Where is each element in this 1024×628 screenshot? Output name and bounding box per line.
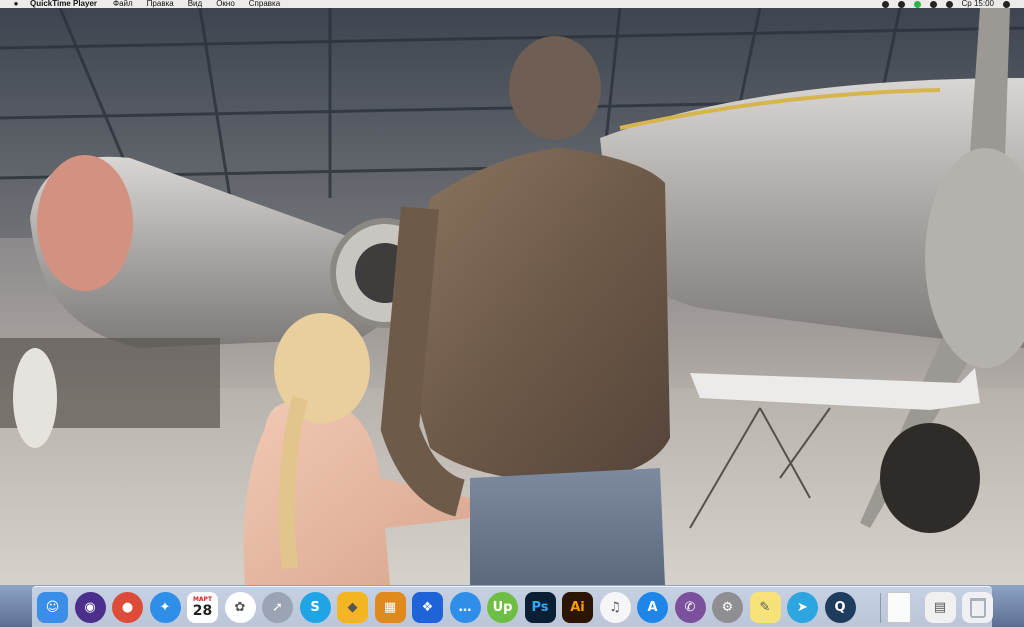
dock-glyph: Ps bbox=[531, 600, 549, 615]
calendar-day: 28 bbox=[192, 603, 213, 619]
menu-help[interactable]: Справка bbox=[249, 0, 280, 8]
document-icon[interactable] bbox=[887, 592, 911, 623]
dock-divider bbox=[880, 593, 881, 623]
status-icon[interactable] bbox=[881, 0, 889, 8]
calendar-month: МАРТ bbox=[192, 596, 213, 603]
dock-glyph: … bbox=[458, 600, 472, 615]
video-frame[interactable] bbox=[0, 8, 1024, 585]
safari-icon[interactable]: ✦ bbox=[149, 592, 181, 623]
photoshop-icon[interactable]: Ps bbox=[524, 592, 556, 623]
dock-glyph: ✿ bbox=[234, 600, 246, 615]
status-icon[interactable] bbox=[913, 0, 921, 8]
menu-bar: ● QuickTime Player Файл Правка Вид Окно … bbox=[0, 0, 1024, 8]
notes-icon[interactable]: ✎ bbox=[749, 592, 781, 623]
dock-glyph: Up bbox=[492, 600, 513, 615]
dock: ☺ ◉ ● ✦ МАРТ 28 ✿ ➚ S ◆ ▦ ❖ … Up Ps Ai ♫ A ✆ ⚙ ✎ ➤ Q ▤ bbox=[32, 586, 993, 628]
dock-glyph: ◆ bbox=[347, 600, 358, 615]
status-icon[interactable] bbox=[897, 0, 905, 8]
dock-glyph: ◉ bbox=[84, 600, 96, 615]
calendar-icon[interactable]: МАРТ 28 bbox=[187, 592, 218, 623]
upwork-icon[interactable]: Up bbox=[487, 592, 518, 623]
sketch-icon[interactable]: ◆ bbox=[337, 592, 368, 623]
wifi-icon[interactable] bbox=[929, 0, 937, 8]
dock-glyph: ▦ bbox=[383, 600, 397, 615]
quicktime-icon[interactable]: Q bbox=[824, 592, 856, 623]
video-scene bbox=[0, 8, 1024, 585]
girl-hair bbox=[274, 313, 370, 423]
airplane-wheel bbox=[880, 423, 980, 533]
dock-glyph: ● bbox=[121, 600, 134, 615]
menu-file[interactable]: Файл bbox=[113, 0, 133, 8]
gear-icon[interactable]: ⚙ bbox=[712, 592, 743, 623]
man-jacket bbox=[405, 148, 670, 483]
menu-edit[interactable]: Правка bbox=[147, 0, 174, 8]
rocket-icon[interactable]: ➚ bbox=[262, 592, 293, 623]
chrome-icon[interactable]: ● bbox=[112, 592, 143, 623]
photos-icon[interactable]: ✿ bbox=[224, 592, 256, 623]
trash-icon[interactable] bbox=[962, 592, 993, 623]
dock-glyph: ▤ bbox=[933, 600, 947, 615]
finder-icon[interactable]: ☺ bbox=[37, 592, 68, 623]
itunes-icon[interactable]: ♫ bbox=[599, 592, 631, 623]
dock-glyph: ♫ bbox=[609, 600, 621, 615]
menu-clock[interactable]: Ср 15:00 bbox=[962, 0, 994, 8]
status-area: Ср 15:00 bbox=[881, 0, 1024, 8]
apple-menu-icon[interactable]: ● bbox=[12, 0, 20, 8]
menu-view[interactable]: Вид bbox=[188, 0, 202, 8]
dock-glyph: ✆ bbox=[684, 600, 696, 615]
menu-app-name[interactable]: QuickTime Player bbox=[30, 0, 97, 8]
dock-glyph: Ai bbox=[570, 600, 585, 615]
dock-glyph: ➚ bbox=[272, 600, 283, 615]
viber-icon[interactable]: ✆ bbox=[674, 592, 706, 623]
dock-glyph: A bbox=[647, 600, 658, 615]
telegram-icon[interactable]: ➤ bbox=[787, 592, 818, 623]
dock-glyph: ➤ bbox=[797, 600, 808, 615]
search-icon[interactable] bbox=[1003, 0, 1010, 8]
app-store-icon[interactable]: A bbox=[637, 592, 668, 623]
dock-glyph: ❖ bbox=[421, 600, 434, 615]
calculator-icon[interactable]: ▦ bbox=[374, 592, 406, 623]
skype-icon[interactable]: S bbox=[299, 592, 331, 623]
trash-bin-shape bbox=[969, 597, 986, 618]
left-airplane-wheel bbox=[13, 348, 57, 448]
dock-glyph: ✎ bbox=[759, 600, 771, 615]
volume-icon[interactable] bbox=[945, 0, 953, 8]
dropbox-icon[interactable]: ❖ bbox=[412, 592, 443, 623]
left-airplane-nose bbox=[37, 155, 133, 291]
dock-glyph: Q bbox=[834, 600, 846, 615]
preview-icon[interactable]: ▤ bbox=[924, 592, 956, 623]
menu-window[interactable]: Окно bbox=[216, 0, 235, 8]
dock-glyph: ☺ bbox=[45, 600, 60, 615]
dock-glyph: ⚙ bbox=[721, 600, 734, 615]
messages-icon[interactable]: … bbox=[449, 592, 481, 623]
dock-glyph: S bbox=[310, 600, 320, 615]
siri-icon[interactable]: ◉ bbox=[74, 592, 106, 623]
man-jeans bbox=[470, 468, 665, 585]
illustrator-icon[interactable]: Ai bbox=[562, 592, 593, 623]
man-head bbox=[509, 36, 601, 140]
dock-glyph: ✦ bbox=[159, 600, 171, 615]
